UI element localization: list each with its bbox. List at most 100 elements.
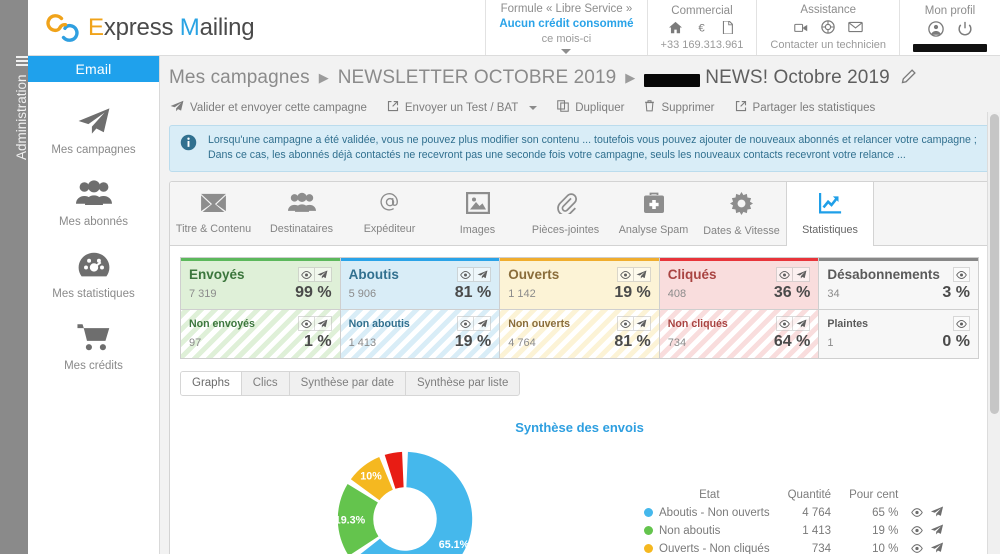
graph-subtabs: Graphs Clics Synthèse par date Synthèse … [180,371,521,396]
paper-plane-icon [77,107,111,138]
eye-icon[interactable] [911,526,924,538]
chevron-down-icon[interactable] [529,105,538,110]
paperclip-icon [555,192,577,217]
header-formule[interactable]: Formule « Libre Service » Aucun crédit c… [485,0,646,55]
lifebuoy-icon[interactable] [820,20,835,37]
eye-icon[interactable] [952,267,970,282]
eye-icon[interactable] [297,267,315,282]
admin-rail-inner[interactable]: Administration [14,55,29,160]
eye-icon[interactable] [776,316,794,331]
envelope-icon[interactable] [847,21,863,36]
chevron-down-icon[interactable] [561,49,572,54]
card-sub-title: Plaintes [827,317,869,330]
paper-plane-icon[interactable] [633,316,651,331]
action-supprimer[interactable]: Supprimer [644,100,715,115]
paper-plane-icon[interactable] [474,316,492,331]
duplicate-icon [557,100,570,115]
tab-statistiques[interactable]: Statistiques [786,182,874,246]
card-qty: 1 142 [508,288,536,300]
brand-m: M [179,13,200,41]
tab-pieces-jointes[interactable]: Pièces-jointes [522,182,610,245]
paper-plane-icon[interactable] [930,542,944,554]
scrollbar-thumb[interactable] [990,114,999,414]
assistance-link[interactable]: Contacter un technicien [770,38,886,53]
user-icon[interactable] [927,21,944,40]
hamburger-icon[interactable] [15,56,28,67]
eye-icon[interactable] [457,267,475,282]
action-envoyer-test[interactable]: Envoyer un Test / BAT [387,100,538,115]
sidebar-section-email[interactable]: Email [28,56,159,82]
sidebar-item-mes-campagnes[interactable]: Mes campagnes [28,96,159,168]
paper-plane-icon[interactable] [793,267,811,282]
users-icon [75,179,112,210]
tab-titre-contenu[interactable]: Titre & Contenu [170,182,258,245]
brand-logo[interactable]: Express Mailing [28,0,328,55]
breadcrumb-item-current: NEWS! Octobre 2019 [705,67,890,88]
card-pct: 19 % [614,284,651,301]
video-icon[interactable] [793,21,808,37]
breadcrumb-item-campagnes[interactable]: Mes campagnes [169,67,310,89]
paper-plane-icon[interactable] [314,267,332,282]
sidebar-item-mes-credits[interactable]: Mes crédits [28,312,159,384]
eye-icon[interactable] [616,316,634,331]
paper-plane-icon[interactable] [793,316,811,331]
subtab-synthese-par-date[interactable]: Synthèse par date [290,372,406,395]
admin-rail-label: Administration [14,74,29,160]
eye-icon[interactable] [457,316,475,331]
paper-plane-icon[interactable] [930,524,944,538]
legend-color-dot [644,544,653,553]
tab-analyse-spam[interactable]: Analyse Spam [610,182,698,245]
eye-icon[interactable] [911,508,924,520]
sidebar-item-label: Mes campagnes [51,144,136,156]
action-toolbar: Valider et envoyer cette campagne Envoye… [160,96,1000,123]
document-icon[interactable] [721,19,734,37]
sidebar-item-mes-statistiques[interactable]: Mes statistiques [28,240,159,312]
card-qty: 5 906 [348,288,377,300]
content-scrollbar[interactable] [987,112,1000,554]
sidebar-item-mes-abonnes[interactable]: Mes abonnés [28,168,159,240]
legend-row-pct: 65 % [872,507,899,519]
tab-expediteur[interactable]: Expéditeur [346,182,434,245]
tab-dates-vitesse[interactable]: Dates & Vitesse [698,182,786,245]
euro-icon[interactable]: € [695,21,708,37]
firstaid-icon [643,192,665,217]
paper-plane-icon[interactable] [930,506,944,520]
subtab-clics[interactable]: Clics [242,372,290,395]
action-valider-envoyer[interactable]: Valider et envoyer cette campagne [170,100,367,115]
breadcrumb-item-newsletter[interactable]: NEWSLETTER OCTOBRE 2019 [338,67,617,89]
tab-destinataires[interactable]: Destinataires [258,182,346,245]
card-icons [776,267,811,282]
eye-icon[interactable] [297,316,315,331]
paper-plane-icon[interactable] [474,267,492,282]
eye-icon[interactable] [952,316,970,331]
eye-icon[interactable] [616,267,634,282]
breadcrumb-separator: ▶ [625,70,636,85]
paper-plane-icon[interactable] [314,316,332,331]
home-icon[interactable] [669,21,683,37]
image-icon [465,191,490,217]
application-window: Administration Email Mes campagnes Mes a… [0,0,1000,554]
card-sub-title: Non envoyés [189,317,255,330]
card-icons [616,267,651,282]
paper-plane-icon[interactable] [633,267,651,282]
formule-title: Formule « Libre Service » [500,3,633,15]
action-dupliquer[interactable]: Dupliquer [557,100,624,115]
card-pct: 3 % [942,284,970,301]
tab-images[interactable]: Images [434,182,522,245]
action-partager-stats[interactable]: Partager les statistiques [735,100,875,115]
card-title: Ouverts [508,267,560,282]
admin-rail[interactable]: Administration [0,0,29,554]
subtab-graphs[interactable]: Graphs [181,372,242,395]
card-top-half: Désabonnements 34 3 % [819,258,978,309]
stat-card-ouverts: Ouverts 1 142 19 % Non ouverts 4 764 81 … [500,258,660,358]
power-icon[interactable] [957,21,973,40]
share-icon [735,100,747,115]
subtab-synthese-par-liste[interactable]: Synthèse par liste [406,372,519,395]
tab-strip: Titre & Contenu Destinataires Expéditeur… [170,182,989,246]
header-groups: Formule « Libre Service » Aucun crédit c… [485,0,1000,55]
legend-row-label: Non aboutis [640,522,779,540]
eye-icon[interactable] [911,544,924,554]
pencil-icon[interactable] [901,69,916,87]
legend-row: Non aboutis 1 413 19 % [640,522,946,540]
eye-icon[interactable] [776,267,794,282]
